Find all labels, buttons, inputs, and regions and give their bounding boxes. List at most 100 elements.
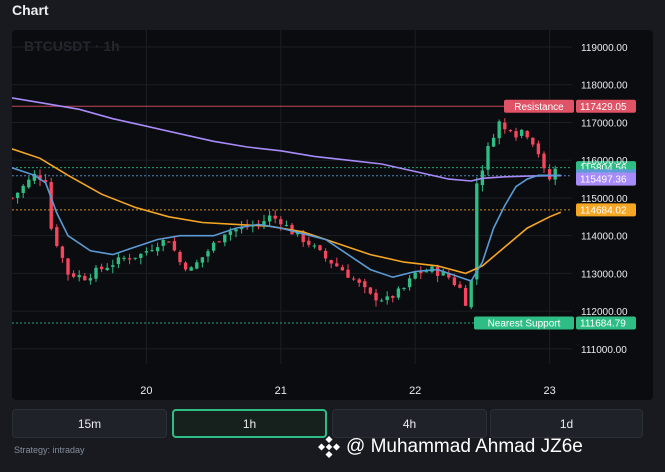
candle-body [430, 266, 434, 272]
tab-label: 15m [77, 416, 102, 431]
strategy-label: Strategy: intraday [14, 445, 85, 455]
candle-body [178, 251, 182, 263]
tab-label: 4h [402, 416, 417, 431]
y-tick-label: 118000.00 [581, 81, 628, 92]
candle-body [351, 278, 356, 280]
candle-body [88, 278, 93, 281]
candle-body [161, 240, 165, 246]
watermark-text: @ Muhammad Ahmad JZ6e [346, 436, 583, 457]
candle-body [284, 224, 289, 226]
candle-body [491, 137, 496, 147]
candle-body [435, 266, 440, 276]
candle-body [99, 266, 104, 270]
x-tick-label: 20 [140, 385, 152, 397]
candle-body [83, 276, 87, 281]
candle-body [155, 247, 160, 252]
candle-body [27, 179, 31, 188]
candle-body [536, 143, 541, 155]
candle-body [363, 281, 367, 288]
candle-body [307, 240, 311, 245]
candle-body [312, 245, 317, 247]
candle-body [323, 250, 328, 259]
candle-body [206, 251, 210, 257]
candle-body [396, 288, 401, 298]
y-tick-label: 119000.00 [581, 43, 628, 54]
candle-body [116, 257, 121, 265]
candle-body [223, 234, 227, 243]
y-tick-label: 113000.00 [581, 269, 628, 280]
watermark: @ Muhammad Ahmad JZ6e [318, 433, 583, 461]
candle-body [150, 250, 154, 252]
candle-body [105, 267, 109, 271]
x-tick-label: 22 [409, 385, 421, 397]
candle-body [228, 231, 233, 235]
candle-body [335, 263, 339, 267]
candle-body [71, 273, 76, 277]
candle-body [15, 192, 20, 199]
price-badge-value: 117429.05 [580, 102, 627, 113]
candle-body [60, 246, 65, 258]
candle-body [508, 130, 513, 132]
price-badge-value: 111684.79 [580, 319, 626, 330]
candle-body [503, 122, 507, 130]
chart-header: Chart [0, 0, 665, 28]
candle-body [391, 296, 395, 298]
candle-body [368, 287, 373, 294]
y-tick-label: 117000.00 [581, 118, 628, 129]
candle-body [413, 272, 417, 279]
y-tick-label: 116000.00 [581, 156, 628, 167]
candle-body [497, 121, 501, 139]
candle-body [144, 251, 149, 253]
candle-body [519, 129, 524, 136]
candle-body [167, 241, 171, 243]
candle-body [486, 145, 490, 170]
candle-body [267, 215, 272, 222]
price-badge-value: 115497.36 [580, 175, 627, 186]
candle-body [66, 258, 70, 275]
candle-body [458, 284, 462, 288]
candle-body [49, 182, 53, 229]
binance-logo-icon [318, 436, 340, 458]
moving-average-line [12, 97, 561, 182]
candle-body [195, 262, 199, 269]
candle-body [385, 296, 389, 301]
y-tick-label: 112000.00 [581, 307, 628, 318]
candle-body [379, 300, 384, 302]
candle-body [94, 267, 98, 279]
candle-body [139, 253, 143, 258]
price-badge-value: 114684.02 [580, 205, 627, 216]
tab-label: 1d [559, 416, 574, 431]
price-chart[interactable]: 117429.05Resistance115804.56115587.32115… [12, 30, 653, 400]
candle-body [407, 278, 412, 288]
candle-body [318, 245, 322, 251]
tab-label: 1h [242, 416, 257, 431]
candle-body [452, 277, 457, 285]
candle-body [514, 131, 518, 138]
x-tick-label: 23 [543, 385, 555, 397]
page-title: Chart [12, 2, 49, 18]
candle-body [211, 242, 216, 251]
candle-body [469, 279, 473, 308]
tab-15m[interactable]: 15m [12, 409, 167, 438]
symbol-watermark: BTCUSDT · 1h [24, 38, 120, 54]
chart-panel[interactable]: 117429.05Resistance115804.56115587.32115… [12, 30, 653, 400]
candle-body [77, 275, 81, 278]
candle-body [329, 260, 333, 264]
candle-body [357, 279, 361, 283]
candle-body [374, 292, 378, 301]
candle-body [279, 219, 283, 225]
candle-body [525, 130, 529, 138]
candle-body [172, 241, 177, 251]
candle-body [183, 262, 188, 270]
y-tick-label: 111000.00 [581, 345, 627, 356]
candle-body [542, 153, 546, 169]
x-tick-label: 21 [275, 385, 287, 397]
candle-body [12, 197, 14, 199]
candle-body [424, 271, 429, 273]
candle-body [463, 287, 468, 306]
tab-1h[interactable]: 1h [172, 409, 327, 438]
candle-body [547, 169, 552, 180]
candle-body [234, 229, 238, 232]
candle-body [189, 267, 193, 271]
candle-body [402, 288, 406, 290]
